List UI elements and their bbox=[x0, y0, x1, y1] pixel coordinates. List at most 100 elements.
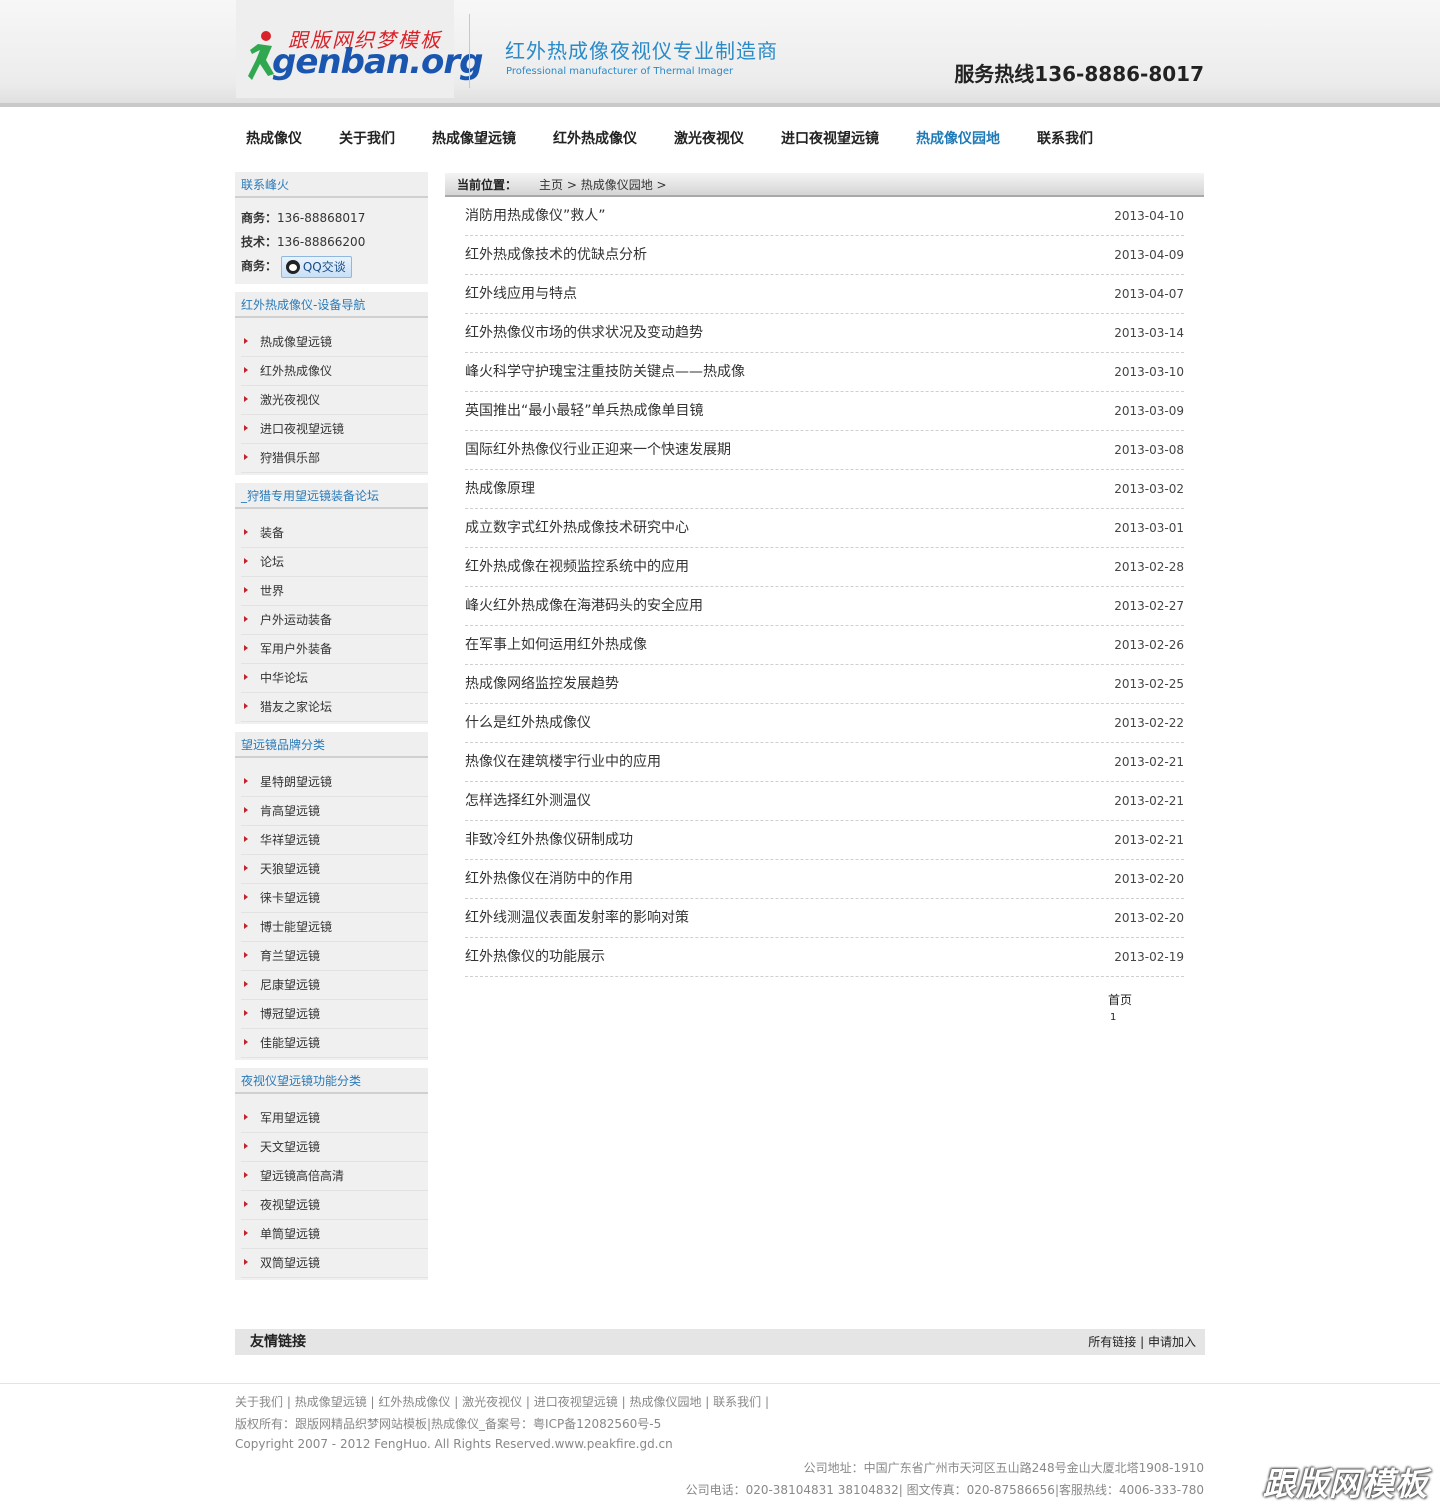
news-title-link[interactable]: 消防用热成像仪”救人” bbox=[465, 197, 606, 235]
news-title-link[interactable]: 热成像原理 bbox=[465, 470, 535, 508]
news-title-link[interactable]: 红外热像仪在消防中的作用 bbox=[465, 860, 633, 898]
sidebar-list-item[interactable]: 军用望远镜 bbox=[241, 1104, 428, 1133]
red-arrow-icon bbox=[244, 396, 248, 402]
footer-link[interactable]: 热成像望远镜 bbox=[295, 1395, 367, 1409]
nav-item-imported-telescope[interactable]: 进口夜视望远镜 bbox=[771, 128, 879, 150]
sidebar-list-item[interactable]: 单筒望远镜 bbox=[241, 1220, 428, 1249]
sidebar-list-item[interactable]: 激光夜视仪 bbox=[241, 386, 428, 415]
news-title-link[interactable]: 红外热像仪市场的供求状况及变动趋势 bbox=[465, 314, 703, 352]
sidebar-list-item[interactable]: 狩猎俱乐部 bbox=[241, 444, 428, 473]
sidebar-list-item-label: 夜视望远镜 bbox=[260, 1198, 321, 1212]
sidebar-list-item[interactable]: 望远镜高倍高清 bbox=[241, 1162, 428, 1191]
breadcrumb-home-link[interactable]: 主页 bbox=[539, 178, 563, 192]
footer-link[interactable]: 热成像仪园地 bbox=[629, 1395, 701, 1409]
sidebar-list-item[interactable]: 世界 bbox=[241, 577, 428, 606]
nav-item-thermal-telescope[interactable]: 热成像望远镜 bbox=[422, 128, 516, 150]
sidebar-list-item[interactable]: 论坛 bbox=[241, 548, 428, 577]
qq-chat-button[interactable]: QQ交谈 bbox=[280, 255, 352, 278]
footer-link-separator: | bbox=[761, 1395, 769, 1409]
news-title-link[interactable]: 热成像网络监控发展趋势 bbox=[465, 665, 619, 703]
news-title-link[interactable]: 怎样选择红外测温仪 bbox=[465, 782, 591, 820]
news-title-link[interactable]: 国际红外热像仪行业正迎来一个快速发展期 bbox=[465, 431, 731, 469]
qq-button-label: QQ交谈 bbox=[302, 259, 346, 274]
news-row: 红外线应用与特点 2013-04-07 bbox=[465, 275, 1184, 314]
sidebar-list-item-label: 华祥望远镜 bbox=[260, 833, 321, 847]
sidebar-list-item-label: 佳能望远镜 bbox=[260, 1036, 321, 1050]
sidebar-list-item-label: 进口夜视望远镜 bbox=[260, 422, 345, 436]
news-date: 2013-02-27 bbox=[1114, 599, 1184, 613]
logo-wordmark: genban.org bbox=[272, 42, 483, 82]
sidebar-list-item[interactable]: 双筒望远镜 bbox=[241, 1249, 428, 1278]
nav-item-infrared-imager[interactable]: 红外热成像仪 bbox=[543, 128, 637, 150]
news-title-link[interactable]: 红外热成像技术的优缺点分析 bbox=[465, 236, 647, 274]
red-arrow-icon bbox=[244, 338, 248, 344]
news-title-link[interactable]: 红外线应用与特点 bbox=[465, 275, 577, 313]
function-block-title: 夜视仪望远镜功能分类 bbox=[235, 1068, 428, 1094]
pager-page-number[interactable]: 1 bbox=[1110, 1012, 1116, 1023]
footer-link[interactable]: 进口夜视望远镜 bbox=[534, 1395, 618, 1409]
red-arrow-icon bbox=[244, 529, 248, 535]
equipment-nav-list: 热成像望远镜 红外热成像仪 激光夜视仪进口夜视望远镜狩猎俱乐部 bbox=[235, 318, 428, 475]
sidebar-list-item[interactable]: 中华论坛 bbox=[241, 664, 428, 693]
news-title-link[interactable]: 热像仪在建筑楼宇行业中的应用 bbox=[465, 743, 661, 781]
nav-item-contact[interactable]: 联系我们 bbox=[1027, 128, 1093, 150]
sidebar-list-item[interactable]: 星特朗望远镜 bbox=[241, 768, 428, 797]
company-address: 公司地址：中国广东省广州市天河区五山路248号金山大厦北塔1908-1910 bbox=[803, 1461, 1204, 1475]
red-arrow-icon bbox=[244, 587, 248, 593]
red-arrow-icon bbox=[244, 645, 248, 651]
sidebar-list-item[interactable]: 户外运动装备 bbox=[241, 606, 428, 635]
sidebar-list-item[interactable]: 天狼望远镜 bbox=[241, 855, 428, 884]
sidebar-list-item[interactable]: 进口夜视望远镜 bbox=[241, 415, 428, 444]
news-title-link[interactable]: 峰火科学守护瑰宝注重技防关键点——热成像 bbox=[465, 353, 745, 391]
sidebar-list-item[interactable]: 华祥望远镜 bbox=[241, 826, 428, 855]
sidebar-list-item[interactable]: 肯高望远镜 bbox=[241, 797, 428, 826]
footer-link[interactable]: 激光夜视仪 bbox=[462, 1395, 522, 1409]
pager-first-link[interactable]: 首页 bbox=[1108, 991, 1132, 1008]
footer-link[interactable]: 红外热成像仪 bbox=[378, 1395, 450, 1409]
news-title-link[interactable]: 非致冷红外热像仪研制成功 bbox=[465, 821, 633, 859]
sidebar-list-item[interactable]: 徕卡望远镜 bbox=[241, 884, 428, 913]
sidebar-list-item-label: 育兰望远镜 bbox=[260, 949, 321, 963]
sidebar-list-item[interactable]: 军用户外装备 bbox=[241, 635, 428, 664]
sidebar-list-item[interactable]: 佳能望远镜 bbox=[241, 1029, 428, 1058]
sidebar-list-item-label: 军用望远镜 bbox=[260, 1111, 321, 1125]
nav-item-laser-night-vision[interactable]: 激光夜视仪 bbox=[664, 128, 744, 150]
sidebar-list-item[interactable]: 博冠望远镜 bbox=[241, 1000, 428, 1029]
sidebar-list-item[interactable]: 天文望远镜 bbox=[241, 1133, 428, 1162]
site-logo[interactable]: 跟版网织梦模板 genban.org bbox=[236, 0, 483, 98]
sidebar-list-item[interactable]: 猎友之家论坛 bbox=[241, 693, 428, 722]
footer-link[interactable]: 联系我们 bbox=[713, 1395, 761, 1409]
copyright-english: Copyright 2007 - 2012 FengHuo. All Right… bbox=[235, 1437, 673, 1451]
contact-block: 联系峰火 商务：136-88868017 技术：136-88866200 商务：… bbox=[235, 172, 428, 284]
news-date: 2013-02-28 bbox=[1114, 560, 1184, 574]
sidebar-list-item[interactable]: 装备 bbox=[241, 519, 428, 548]
news-row: 热成像原理 2013-03-02 bbox=[465, 470, 1184, 509]
sidebar-list-item[interactable]: 热成像望远镜 bbox=[241, 328, 428, 357]
news-row: 热像仪在建筑楼宇行业中的应用 2013-02-21 bbox=[465, 743, 1184, 782]
nav-item-garden[interactable]: 热成像仪园地 bbox=[906, 128, 1000, 150]
service-hotline: 服务热线136-8886-8017 bbox=[954, 62, 1204, 86]
tech-phone: 136-88866200 bbox=[277, 235, 366, 249]
sidebar-list-item[interactable]: 博士能望远镜 bbox=[241, 913, 428, 942]
all-links-link[interactable]: 所有链接 bbox=[1088, 1335, 1136, 1349]
sidebar-list-item[interactable]: 红外热成像仪 bbox=[241, 357, 428, 386]
news-title-link[interactable]: 成立数字式红外热成像技术研究中心 bbox=[465, 509, 689, 547]
apply-link[interactable]: 申请加入 bbox=[1148, 1335, 1196, 1349]
footer-link[interactable]: 关于我们 bbox=[235, 1395, 283, 1409]
nav-item-thermal-imager[interactable]: 热成像仪 bbox=[236, 128, 302, 150]
news-title-link[interactable]: 红外线测温仪表面发射率的影响对策 bbox=[465, 899, 689, 937]
news-title-link[interactable]: 什么是红外热成像仪 bbox=[465, 704, 591, 742]
news-title-link[interactable]: 英国推出“最小最轻”单兵热成像单目镜 bbox=[465, 392, 704, 430]
watermark-logo: 跟版网模板 bbox=[1262, 1465, 1428, 1501]
sidebar-list-item[interactable]: 育兰望远镜 bbox=[241, 942, 428, 971]
nav-item-about[interactable]: 关于我们 bbox=[329, 128, 395, 150]
sidebar-list-item[interactable]: 尼康望远镜 bbox=[241, 971, 428, 1000]
sidebar-list-item[interactable]: 夜视望远镜 bbox=[241, 1191, 428, 1220]
red-arrow-icon bbox=[244, 836, 248, 842]
footer-links: 关于我们 | 热成像望远镜 | 红外热成像仪 | 激光夜视仪 | 进口夜视望远镜… bbox=[235, 1393, 769, 1410]
news-title-link[interactable]: 峰火红外热成像在海港码头的安全应用 bbox=[465, 587, 703, 625]
news-title-link[interactable]: 红外热成像在视频监控系统中的应用 bbox=[465, 548, 689, 586]
breadcrumb-current-link[interactable]: 热成像仪园地 bbox=[581, 178, 653, 192]
news-title-link[interactable]: 红外热像仪的功能展示 bbox=[465, 938, 605, 976]
news-title-link[interactable]: 在军事上如何运用红外热成像 bbox=[465, 626, 647, 664]
